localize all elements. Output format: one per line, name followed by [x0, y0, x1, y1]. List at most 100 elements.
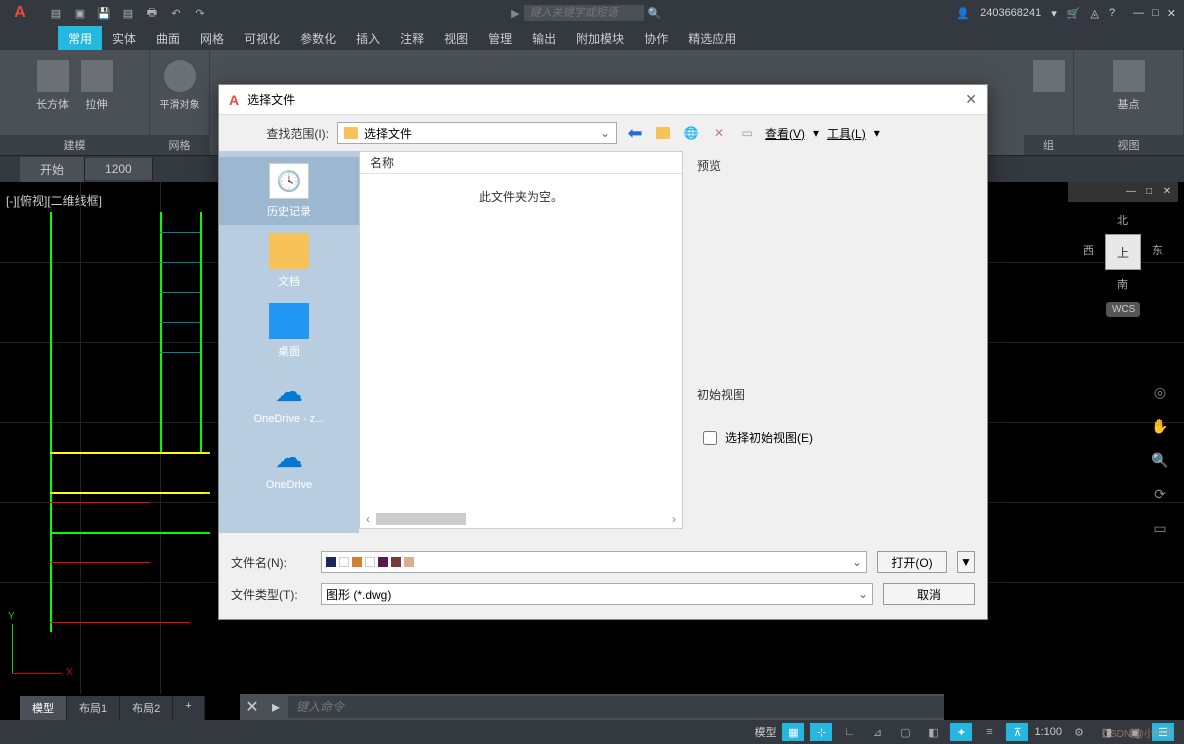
- steering-wheel-icon[interactable]: ◎: [1148, 380, 1172, 404]
- snap-icon[interactable]: ⊹: [810, 723, 832, 741]
- delete-icon[interactable]: ✕: [709, 123, 729, 143]
- newfolder-icon[interactable]: ▭: [737, 123, 757, 143]
- maximize-icon[interactable]: □: [1152, 7, 1159, 20]
- ribbon-tab[interactable]: 参数化: [290, 26, 346, 50]
- gear-icon[interactable]: ⚙: [1068, 723, 1090, 741]
- view-button[interactable]: 查看(V): [765, 125, 805, 142]
- polar-icon[interactable]: ⊿: [866, 723, 888, 741]
- vc-restore-icon[interactable]: □: [1142, 184, 1156, 198]
- sidebar-item-onedrive-z[interactable]: ☁ OneDrive - z...: [219, 367, 359, 431]
- file-list[interactable]: 名称 此文件夹为空。 ‹ ›: [359, 151, 683, 529]
- print-icon[interactable]: 🖶: [142, 3, 162, 23]
- wcs-label[interactable]: WCS: [1106, 302, 1140, 317]
- cube-west[interactable]: 西: [1083, 242, 1094, 258]
- filename-input[interactable]: ⌄: [321, 551, 867, 573]
- tools-button[interactable]: 工具(L): [827, 125, 866, 142]
- minimize-icon[interactable]: —: [1133, 7, 1144, 20]
- doc-tab[interactable]: 1200: [85, 158, 153, 180]
- ribbon-tab[interactable]: 输出: [522, 26, 566, 50]
- dialog-close-icon[interactable]: ✕: [965, 91, 977, 108]
- open-icon[interactable]: ▣: [70, 3, 90, 23]
- layout-tab-model[interactable]: 模型: [20, 696, 67, 720]
- cube-south[interactable]: 南: [1117, 276, 1128, 292]
- smooth-button[interactable]: 平滑对象: [160, 60, 200, 111]
- view-label[interactable]: [-][俯视][二维线框]: [6, 192, 102, 209]
- ribbon-tab[interactable]: 实体: [102, 26, 146, 50]
- chevron-down-icon[interactable]: ⌄: [852, 555, 862, 569]
- status-model[interactable]: 模型: [754, 724, 776, 740]
- 3dosnap-icon[interactable]: ◧: [922, 723, 944, 741]
- ribbon-tab[interactable]: 协作: [634, 26, 678, 50]
- ribbon-tab[interactable]: 管理: [478, 26, 522, 50]
- scroll-left-icon[interactable]: ‹: [366, 512, 370, 526]
- group-button[interactable]: [1030, 60, 1068, 92]
- back-icon[interactable]: ⬅: [625, 123, 645, 143]
- layout-tab-add[interactable]: +: [173, 696, 204, 720]
- col-header-name[interactable]: 名称: [360, 152, 682, 174]
- lookin-combo[interactable]: 选择文件 ⌄: [337, 122, 617, 144]
- cmd-handle-icon[interactable]: ▸: [264, 697, 288, 717]
- cmd-close-icon[interactable]: ✕: [240, 697, 264, 717]
- cube-east[interactable]: 东: [1152, 242, 1163, 258]
- checkbox-input[interactable]: [703, 431, 717, 445]
- status-scale[interactable]: 1:100: [1034, 726, 1062, 738]
- cart-icon[interactable]: 🛒: [1067, 7, 1081, 20]
- ortho-icon[interactable]: ∟: [838, 723, 860, 741]
- sidebar-item-history[interactable]: 🕓 历史记录: [219, 157, 359, 225]
- layout-tab[interactable]: 布局1: [67, 696, 120, 720]
- ribbon-tab[interactable]: 可视化: [234, 26, 290, 50]
- layout-tab[interactable]: 布局2: [120, 696, 173, 720]
- viewcube[interactable]: 北 南 西 东 上: [1083, 212, 1163, 292]
- cancel-button[interactable]: 取消: [883, 583, 975, 605]
- grid-icon[interactable]: ▦: [782, 723, 804, 741]
- dyn-icon[interactable]: ✦: [950, 723, 972, 741]
- user-icon[interactable]: 👤: [956, 7, 970, 20]
- web-icon[interactable]: 🌐: [681, 123, 701, 143]
- saveas-icon[interactable]: ▤: [118, 3, 138, 23]
- chevron-down-icon[interactable]: ⌄: [858, 587, 868, 601]
- cube-north[interactable]: 北: [1117, 212, 1128, 228]
- open-button[interactable]: 打开(O): [877, 551, 947, 573]
- sidebar-item-onedrive[interactable]: ☁ OneDrive: [219, 433, 359, 497]
- box-button[interactable]: 长方体: [34, 60, 72, 112]
- dropdown-icon[interactable]: ▾: [813, 126, 819, 140]
- osnap-icon[interactable]: ▢: [894, 723, 916, 741]
- showmotion-icon[interactable]: ▭: [1148, 516, 1172, 540]
- open-dropdown-icon[interactable]: ▼: [957, 551, 975, 573]
- search-icon[interactable]: 🔍: [648, 7, 662, 20]
- pan-icon[interactable]: ✋: [1148, 414, 1172, 438]
- initial-view-checkbox[interactable]: 选择初始视图(E): [697, 409, 977, 466]
- new-icon[interactable]: ▤: [46, 3, 66, 23]
- username-label[interactable]: 2403668241: [980, 7, 1041, 19]
- horizontal-scrollbar[interactable]: ‹ ›: [360, 510, 682, 528]
- ribbon-tab[interactable]: 插入: [346, 26, 390, 50]
- ribbon-tab[interactable]: 注释: [390, 26, 434, 50]
- scroll-right-icon[interactable]: ›: [672, 512, 676, 526]
- ribbon-tab[interactable]: 精选应用: [678, 26, 746, 50]
- sidebar-item-documents[interactable]: 文档: [219, 227, 359, 295]
- command-input[interactable]: [288, 696, 944, 718]
- save-icon[interactable]: 💾: [94, 3, 114, 23]
- doc-tab-start[interactable]: 开始: [20, 157, 85, 182]
- orbit-icon[interactable]: ⟳: [1148, 482, 1172, 506]
- zoom-icon[interactable]: 🔍: [1148, 448, 1172, 472]
- extrude-button[interactable]: 拉伸: [78, 60, 116, 112]
- vc-close-icon[interactable]: ✕: [1160, 184, 1174, 198]
- dropdown-icon[interactable]: ▾: [1051, 7, 1057, 20]
- tpy-icon[interactable]: ⊼: [1006, 723, 1028, 741]
- redo-icon[interactable]: ↷: [190, 3, 210, 23]
- ribbon-tab[interactable]: 网格: [190, 26, 234, 50]
- undo-icon[interactable]: ↶: [166, 3, 186, 23]
- ribbon-tab[interactable]: 曲面: [146, 26, 190, 50]
- ribbon-tab[interactable]: 常用: [58, 26, 102, 50]
- lwt-icon[interactable]: ≡: [978, 723, 1000, 741]
- search-input[interactable]: [524, 5, 644, 21]
- filetype-combo[interactable]: 图形 (*.dwg) ⌄: [321, 583, 873, 605]
- close-icon[interactable]: ✕: [1167, 7, 1176, 20]
- help-icon[interactable]: ?: [1109, 7, 1115, 19]
- up-icon[interactable]: [653, 123, 673, 143]
- vc-minimize-icon[interactable]: —: [1124, 184, 1138, 198]
- ribbon-tab[interactable]: 视图: [434, 26, 478, 50]
- cube-top-face[interactable]: 上: [1105, 234, 1141, 270]
- dropdown-icon[interactable]: ▾: [874, 126, 880, 140]
